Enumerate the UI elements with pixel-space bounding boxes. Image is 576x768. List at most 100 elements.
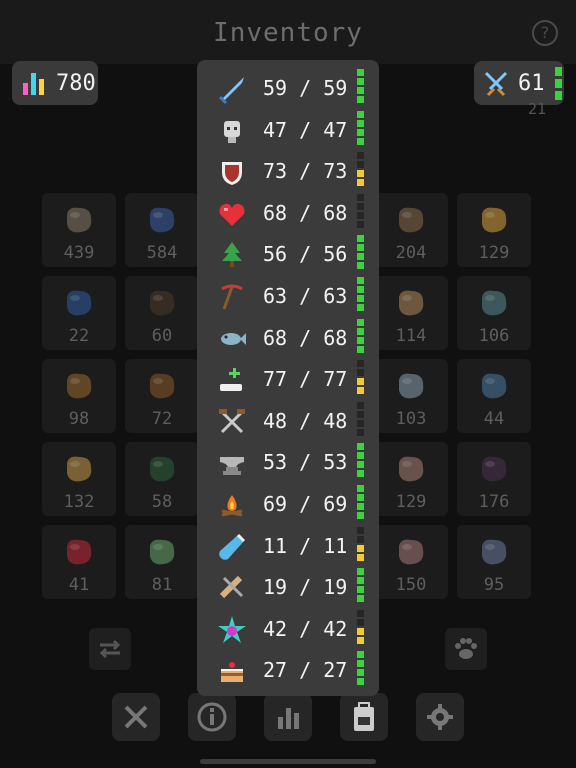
inventory-slot[interactable]: 95 <box>457 525 531 599</box>
skill-value: 73 / 73 <box>263 159 348 184</box>
inventory-slot[interactable]: 103 <box>374 359 448 433</box>
skill-value: 11 / 11 <box>263 533 348 558</box>
inventory-slot[interactable]: 439 <box>42 193 116 267</box>
gear-icon <box>427 704 453 730</box>
inventory-slot[interactable]: 114 <box>374 276 448 350</box>
stone-pile-icon <box>482 539 507 565</box>
blue-fish-icon <box>482 290 507 316</box>
split-log-icon <box>150 373 175 399</box>
inventory-slot[interactable]: 44 <box>457 359 531 433</box>
skill-row[interactable]: 27 / 27 <box>197 650 379 691</box>
pet-button[interactable] <box>445 628 487 670</box>
question-circle-icon[interactable]: ? <box>532 20 558 46</box>
info-tab[interactable] <box>188 693 236 741</box>
magic-gem-icon <box>218 615 246 643</box>
skill-value: 19 / 19 <box>263 575 348 600</box>
home-indicator[interactable] <box>200 759 376 764</box>
hidden-number: 21 <box>528 100 547 118</box>
skill-meter <box>357 152 364 187</box>
skill-row[interactable]: 48 / 48 <box>197 401 379 442</box>
skill-row[interactable]: 63 / 63 <box>197 276 379 317</box>
paw-icon <box>455 638 477 659</box>
info-icon <box>197 702 227 732</box>
swap-arrows-icon <box>99 639 121 659</box>
skill-meter <box>357 318 364 353</box>
skill-meter <box>357 277 364 311</box>
skills-panel: 59 / 59 47 / 47 73 / 73 68 / 68 56 / 56 63 / … <box>197 60 379 696</box>
gems-badge[interactable]: 780 <box>12 61 98 105</box>
dark-log-icon <box>150 290 175 316</box>
item-count: 98 <box>68 409 90 429</box>
inventory-slot[interactable]: 72 <box>125 359 199 433</box>
skill-row[interactable]: 53 / 53 <box>197 442 379 483</box>
skill-value: 68 / 68 <box>263 325 348 350</box>
saw-hammer-icon <box>219 576 244 599</box>
item-count: 176 <box>478 492 510 512</box>
item-count: 60 <box>151 326 173 346</box>
item-count: 129 <box>478 243 510 263</box>
crossed-swords-icon <box>124 705 148 729</box>
swords-value: 61 <box>518 70 545 96</box>
cake-icon <box>221 662 243 683</box>
skill-row[interactable]: 68 / 68 <box>197 318 379 359</box>
skill-row[interactable]: 77 / 77 <box>197 359 379 400</box>
item-count: 114 <box>395 326 427 346</box>
scroll-icon <box>482 207 507 233</box>
inventory-slot[interactable]: 129 <box>457 193 531 267</box>
inventory-slot[interactable]: 106 <box>457 276 531 350</box>
item-count: 44 <box>483 409 505 429</box>
inventory-slot[interactable]: 584 <box>125 193 199 267</box>
skill-value: 68 / 68 <box>263 200 348 225</box>
inventory-slot[interactable]: 41 <box>42 525 116 599</box>
settings-tab[interactable] <box>416 693 464 741</box>
potion-vial-icon <box>219 533 246 560</box>
sword-icon <box>218 77 244 105</box>
skill-value: 77 / 77 <box>263 367 348 392</box>
item-count: 22 <box>68 326 90 346</box>
skill-row[interactable]: 73 / 73 <box>197 151 379 192</box>
inventory-slot[interactable]: 132 <box>42 442 116 516</box>
inventory-slot[interactable]: 81 <box>125 525 199 599</box>
inventory-slot[interactable]: 98 <box>42 359 116 433</box>
skill-meter <box>357 568 364 603</box>
top-bar: Inventory ? <box>0 0 576 64</box>
battle-tab[interactable] <box>112 693 160 741</box>
item-count: 132 <box>63 492 95 512</box>
swords-badge[interactable]: 61 <box>474 61 564 105</box>
skill-row[interactable]: 42 / 42 <box>197 609 379 650</box>
ice-crystals-icon <box>399 373 424 399</box>
blue-crystals-icon <box>482 373 507 399</box>
inventory-slot[interactable]: 150 <box>374 525 448 599</box>
inventory-slot[interactable]: 176 <box>457 442 531 516</box>
skill-value: 42 / 42 <box>263 616 348 641</box>
skill-row[interactable]: 68 / 68 <box>197 193 379 234</box>
skill-meter <box>357 526 364 561</box>
inventory-slot[interactable]: 58 <box>125 442 199 516</box>
log-icon <box>67 373 92 399</box>
inventory-slot[interactable]: 22 <box>42 276 116 350</box>
anvil-icon <box>220 457 244 476</box>
stats-icon <box>278 708 299 729</box>
inventory-slot[interactable]: 129 <box>374 442 448 516</box>
skill-value: 27 / 27 <box>263 658 348 683</box>
stats-tab[interactable] <box>264 693 312 741</box>
item-count: 204 <box>395 243 427 263</box>
skill-row[interactable]: 47 / 47 <box>197 110 379 151</box>
skill-value: 69 / 69 <box>263 492 348 516</box>
inventory-slot[interactable]: 204 <box>374 193 448 267</box>
item-count: 584 <box>146 243 178 263</box>
skill-row[interactable]: 56 / 56 <box>197 234 379 275</box>
skill-meter <box>357 651 364 686</box>
skill-row[interactable]: 19 / 19 <box>197 567 379 608</box>
dark-ore-icon <box>482 456 507 482</box>
swap-button[interactable] <box>89 628 131 670</box>
skill-row[interactable]: 59 / 59 <box>197 68 379 109</box>
skill-value: 47 / 47 <box>263 117 348 142</box>
item-count: 95 <box>483 575 505 595</box>
skill-row[interactable]: 69 / 69 <box>197 484 379 525</box>
raw-meat-icon <box>67 207 92 233</box>
skill-row[interactable]: 11 / 11 <box>197 526 379 567</box>
inventory-tab[interactable] <box>340 693 388 741</box>
skill-meter <box>357 443 364 478</box>
inventory-slot[interactable]: 60 <box>125 276 199 350</box>
